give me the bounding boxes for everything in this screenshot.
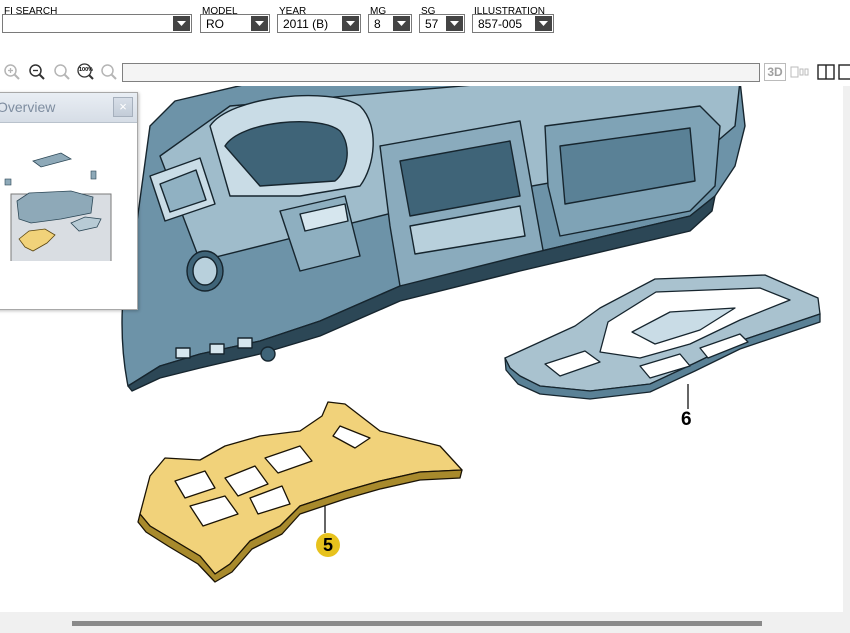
mg-select[interactable]: 8	[368, 14, 412, 33]
zoom-in-button[interactable]	[2, 62, 22, 82]
mg-value: 8	[374, 17, 381, 31]
part-5-bracket-illustration	[137, 401, 463, 583]
horizontal-scroll-thumb[interactable]	[72, 621, 762, 626]
search-button[interactable]	[99, 62, 119, 82]
panel-toggle-button[interactable]	[838, 62, 850, 82]
zoom-out-icon	[29, 64, 45, 80]
sg-select[interactable]: 57	[419, 14, 465, 33]
search-icon	[101, 64, 117, 80]
model-value: RO	[206, 17, 224, 31]
zoom-area-button[interactable]	[52, 62, 72, 82]
zoom-100-button[interactable]: 100%	[76, 62, 96, 82]
illustration-select[interactable]: 857-005	[472, 14, 554, 33]
callout-6[interactable]: 6	[681, 409, 692, 431]
path-input[interactable]	[122, 63, 760, 82]
chevron-down-icon[interactable]	[446, 16, 463, 31]
filter-bar: FI SEARCH MODEL RO YEAR 2011 (B) MG 8 SG	[0, 0, 850, 48]
chevron-down-icon[interactable]	[535, 16, 552, 31]
layers-icon	[790, 66, 809, 78]
year-select[interactable]: 2011 (B)	[277, 14, 361, 33]
view-3d-label: 3D	[764, 63, 786, 81]
close-icon[interactable]: ×	[113, 97, 133, 117]
overview-cover-thumb	[32, 152, 73, 168]
overview-header[interactable]: Overview ×	[0, 93, 137, 123]
chevron-down-icon[interactable]	[393, 16, 410, 31]
fi-search-select[interactable]	[2, 14, 192, 33]
overview-part-thumb	[4, 178, 12, 186]
zoom-100-label: 100%	[79, 67, 94, 73]
zoom-out-button[interactable]	[27, 62, 47, 82]
year-value: 2011 (B)	[283, 17, 329, 31]
zoom-area-icon	[54, 64, 70, 80]
overview-thumbnail[interactable]	[1, 131, 113, 261]
overview-title: Overview	[0, 99, 56, 115]
illustration-value: 857-005	[478, 17, 523, 31]
horizontal-scrollbar[interactable]	[0, 612, 850, 633]
split-view-icon	[817, 64, 835, 80]
part-6-bracket-illustration	[504, 274, 821, 400]
layer-toggle-button[interactable]	[789, 62, 813, 82]
chevron-down-icon[interactable]	[251, 16, 268, 31]
split-view-button[interactable]	[816, 62, 836, 82]
vertical-scrollbar[interactable]	[843, 86, 850, 612]
overview-part-thumb	[90, 170, 97, 180]
sg-value: 57	[425, 17, 439, 31]
zoom-in-icon	[4, 64, 20, 80]
view-3d-button[interactable]: 3D	[764, 62, 786, 82]
callout-5[interactable]: 5	[316, 533, 340, 557]
overview-panel[interactable]: Overview ×	[0, 92, 138, 310]
viewer-toolbar: 100% 3D	[0, 60, 850, 86]
chevron-down-icon[interactable]	[342, 16, 359, 31]
panel-icon	[838, 64, 850, 80]
model-select[interactable]: RO	[200, 14, 270, 33]
chevron-down-icon[interactable]	[173, 16, 190, 31]
